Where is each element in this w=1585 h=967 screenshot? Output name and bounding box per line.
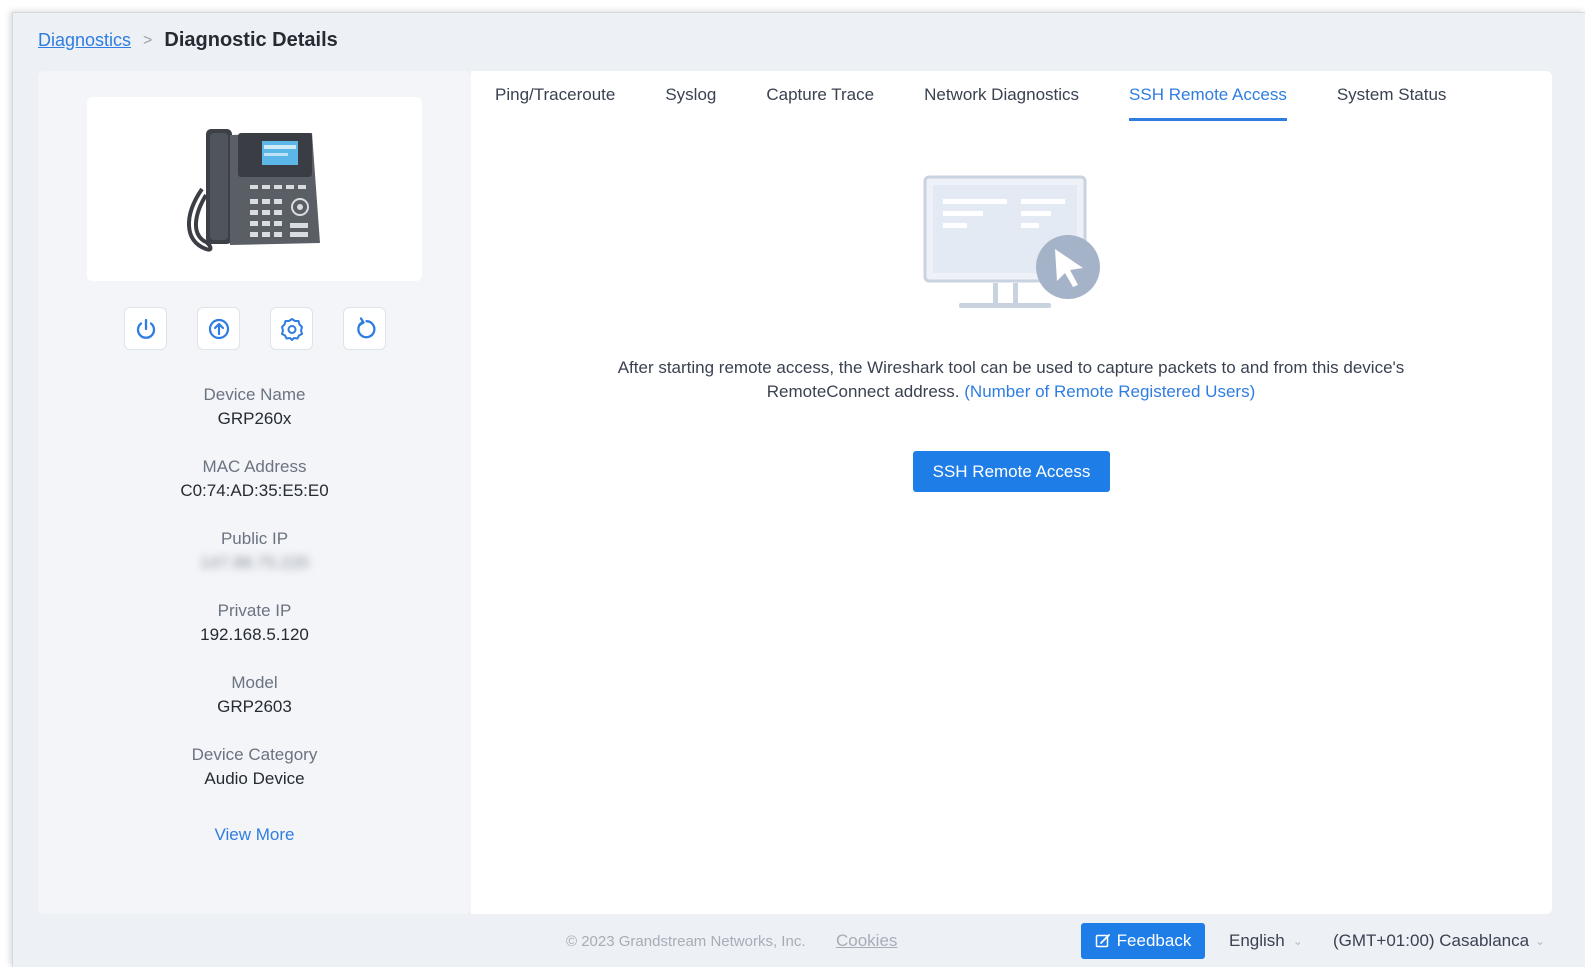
info-value: 192.168.5.120 <box>200 625 309 644</box>
info-value: GRP260x <box>217 409 292 428</box>
tab-ping-traceroute[interactable]: Ping/Traceroute <box>495 71 615 121</box>
info-label: Device Category <box>191 745 318 764</box>
power-icon <box>136 318 155 339</box>
language-value: English <box>1229 931 1285 950</box>
footer: © 2023 Grandstream Networks, Inc. Cookie… <box>13 916 1585 966</box>
device-info-list: Device Name GRP260x MAC Address C0:74:AD… <box>38 383 471 815</box>
mac-address-field: MAC Address C0:74:AD:35:E5:E0 <box>38 455 471 527</box>
upgrade-button[interactable] <box>197 307 240 350</box>
feedback-label: Feedback <box>1116 931 1192 950</box>
breadcrumb: Diagnostics > Diagnostic Details <box>38 29 338 52</box>
device-category-field: Device Category Audio Device <box>38 743 471 815</box>
breadcrumb-separator: > <box>143 31 153 49</box>
refresh-button[interactable] <box>343 307 386 350</box>
tab-network-diagnostics[interactable]: Network Diagnostics <box>924 71 1079 121</box>
language-select[interactable]: English ⌄ <box>1229 931 1303 951</box>
upload-icon <box>208 318 229 339</box>
info-label: Public IP <box>220 529 289 548</box>
page-title: Diagnostic Details <box>164 29 338 51</box>
breadcrumb-diagnostics-link[interactable]: Diagnostics <box>38 30 131 51</box>
desk-phone-icon <box>186 129 320 252</box>
settings-button[interactable] <box>270 307 313 350</box>
model-field: Model GRP2603 <box>38 671 471 743</box>
chevron-down-icon: ⌄ <box>1292 934 1303 948</box>
private-ip-field: Private IP 192.168.5.120 <box>38 599 471 671</box>
remote-monitor-icon <box>923 175 1100 308</box>
device-name-field: Device Name GRP260x <box>38 383 471 455</box>
tab-capture-trace[interactable]: Capture Trace <box>766 71 874 121</box>
tab-system-status[interactable]: System Status <box>1337 71 1447 121</box>
edit-icon <box>1095 934 1110 948</box>
power-button[interactable] <box>124 307 167 350</box>
device-summary-panel: Device Name GRP260x MAC Address C0:74:AD… <box>38 71 471 914</box>
device-image-card <box>87 97 422 281</box>
refresh-icon <box>356 316 375 338</box>
copyright-text: © 2023 Grandstream Networks, Inc. <box>566 932 806 950</box>
remote-access-illustration <box>923 175 1103 320</box>
info-label: MAC Address <box>202 457 307 476</box>
tab-ssh-remote-access[interactable]: SSH Remote Access <box>1129 71 1287 121</box>
main-panel: Ping/Traceroute Syslog Capture Trace Net… <box>471 71 1552 914</box>
tab-syslog[interactable]: Syslog <box>665 71 716 121</box>
app-frame: Diagnostics > Diagnostic Details Device … <box>12 12 1585 967</box>
info-label: Model <box>231 673 278 692</box>
ssh-remote-access-button[interactable]: SSH Remote Access <box>913 451 1110 492</box>
tab-bar: Ping/Traceroute Syslog Capture Trace Net… <box>495 71 1496 123</box>
info-value: GRP2603 <box>217 697 292 716</box>
gear-icon <box>280 317 303 341</box>
remote-registered-users-link[interactable]: (Number of Remote Registered Users) <box>964 382 1255 401</box>
info-label: Device Name <box>203 385 306 404</box>
feedback-button[interactable]: Feedback <box>1081 923 1205 959</box>
timezone-value: (GMT+01:00) Casablanca <box>1333 931 1530 950</box>
info-label: Private IP <box>217 601 292 620</box>
timezone-select[interactable]: (GMT+01:00) Casablanca ⌄ <box>1333 931 1573 951</box>
ssh-description: After starting remote access, the Wiresh… <box>591 356 1431 404</box>
info-value: Audio Device <box>204 769 305 788</box>
chevron-down-icon: ⌄ <box>1535 934 1546 948</box>
device-actions <box>124 307 386 350</box>
public-ip-field: Public IP 147.88.75.220 <box>38 527 471 599</box>
info-value: C0:74:AD:35:E5:E0 <box>180 481 329 500</box>
cookies-link[interactable]: Cookies <box>836 931 897 951</box>
view-more-link[interactable]: View More <box>38 825 471 845</box>
info-value-redacted: 147.88.75.220 <box>200 553 309 572</box>
